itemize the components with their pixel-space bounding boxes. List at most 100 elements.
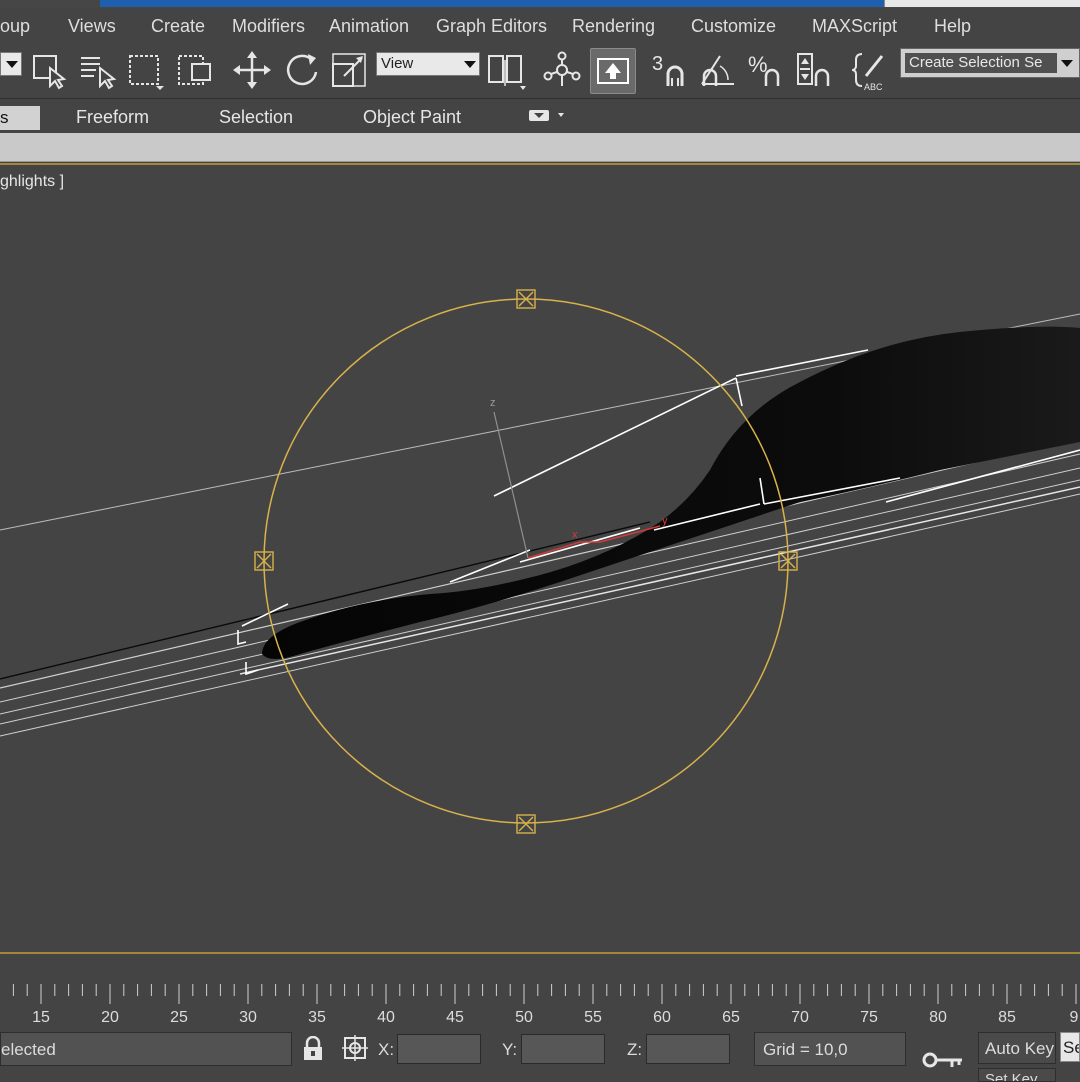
track-tick-label: 35 — [308, 1009, 326, 1026]
set-keys-button[interactable] — [922, 1048, 964, 1077]
selection-status-field: elected — [0, 1032, 292, 1066]
scene-object[interactable] — [262, 326, 1080, 659]
x-coordinate-field[interactable] — [397, 1034, 481, 1064]
select-by-name-button[interactable] — [78, 50, 118, 90]
angle-snap-icon — [701, 55, 734, 86]
absolute-mode-icon — [342, 1035, 368, 1061]
track-tick-label: 15 — [32, 1009, 50, 1026]
auto-key-button[interactable]: Auto Key — [978, 1032, 1056, 1064]
window-crossing-icon — [178, 55, 211, 85]
window-crossing-button[interactable] — [176, 50, 216, 90]
tab-selection[interactable]: Selection — [219, 107, 293, 128]
svg-text:y: y — [662, 515, 668, 527]
lock-icon — [304, 1035, 322, 1060]
chevron-down-icon — [464, 61, 476, 68]
select-and-scale-button[interactable] — [330, 50, 370, 90]
menu-graph-editors[interactable]: Graph Editors — [436, 16, 547, 37]
track-tick-label: 75 — [860, 1009, 878, 1026]
y-coordinate-field[interactable] — [521, 1034, 605, 1064]
viewport-scene[interactable]: z x y — [0, 163, 1080, 954]
track-tick-label: 80 — [929, 1009, 947, 1026]
ribbon-panel — [0, 133, 1080, 162]
selection-status-text: elected — [1, 1040, 56, 1059]
track-tick-label: 40 — [377, 1009, 395, 1026]
key-icon — [922, 1052, 962, 1068]
chevron-down-icon — [1061, 60, 1073, 67]
ribbon-options-icon — [529, 110, 564, 121]
tab-modeling-label: s — [0, 108, 9, 127]
pivot-center-button[interactable] — [486, 50, 526, 90]
key-filter-dropdown[interactable]: Se — [1060, 1032, 1080, 1062]
menu-create[interactable]: Create — [151, 16, 205, 37]
svg-text:ABC: ABC — [864, 82, 883, 90]
scale-icon — [332, 53, 366, 87]
select-manipulate-button[interactable] — [542, 50, 582, 90]
ribbon-options-button[interactable] — [528, 108, 568, 129]
tab-object-paint[interactable]: Object Paint — [363, 107, 461, 128]
set-key-label: Set Key — [985, 1071, 1038, 1082]
menu-rendering[interactable]: Rendering — [572, 16, 655, 37]
track-tick-label: 55 — [584, 1009, 602, 1026]
title-bar-active — [100, 0, 890, 7]
snap-toggle-button[interactable]: 3 — [650, 50, 690, 90]
menu-group[interactable]: oup — [0, 16, 30, 37]
track-tick-label: 45 — [446, 1009, 464, 1026]
edit-named-selection-icon: ABC — [849, 53, 884, 92]
reference-coordinate-value: View — [381, 55, 414, 72]
grid-size-field: Grid = 10,0 — [754, 1032, 906, 1066]
keyboard-shortcut-override-button[interactable] — [590, 48, 636, 94]
reference-coordinate-dropdown[interactable]: View — [376, 52, 480, 76]
status-bar: elected X: Y: Z: Grid = 10,0 Auto Key Se… — [0, 1030, 1080, 1082]
named-selection-set-dropdown[interactable]: Create Selection Se — [900, 48, 1080, 78]
selection-filter-dropdown[interactable] — [0, 52, 22, 76]
select-and-rotate-button[interactable] — [282, 50, 322, 90]
tab-freeform[interactable]: Freeform — [76, 107, 149, 128]
rectangular-selection-button[interactable] — [126, 50, 166, 90]
track-tick-label: 60 — [653, 1009, 671, 1026]
menu-animation[interactable]: Animation — [329, 16, 409, 37]
menu-modifiers[interactable]: Modifiers — [232, 16, 305, 37]
percent-snap-button[interactable]: % — [746, 50, 786, 90]
auto-key-label: Auto Key — [985, 1039, 1054, 1058]
rotate-icon — [286, 54, 318, 86]
edit-named-selection-button[interactable]: ABC — [849, 50, 892, 92]
track-tick-label: 70 — [791, 1009, 809, 1026]
track-tick-label: 20 — [101, 1009, 119, 1026]
absolute-mode-toggle[interactable] — [342, 1035, 368, 1066]
select-by-name-icon — [81, 57, 117, 90]
select-object-icon — [33, 55, 67, 90]
menu-customize[interactable]: Customize — [691, 16, 776, 37]
chevron-down-icon — [6, 61, 18, 68]
track-tick-label: 25 — [170, 1009, 188, 1026]
snap-icon: 3 — [652, 53, 684, 86]
svg-text:z: z — [490, 397, 496, 409]
perspective-viewport[interactable]: ghlights ] z x y — [0, 163, 1080, 954]
search-field[interactable] — [884, 0, 1080, 7]
selection-gizmo[interactable] — [254, 289, 798, 834]
spinner-snap-button[interactable] — [794, 50, 834, 90]
track-tick-label: 65 — [722, 1009, 740, 1026]
menu-help[interactable]: Help — [934, 16, 971, 37]
track-tick-label: 30 — [239, 1009, 257, 1026]
pivot-center-icon — [488, 55, 526, 90]
x-coordinate-label: X: — [378, 1040, 395, 1059]
svg-text:%: % — [748, 52, 768, 77]
track-bar[interactable]: 15 20 25 30 35 40 45 50 55 60 65 70 75 8… — [0, 982, 1080, 1028]
selection-lock-toggle[interactable] — [302, 1035, 324, 1067]
tab-modeling[interactable]: s — [0, 106, 40, 130]
select-object-button[interactable] — [30, 50, 70, 90]
svg-text:x: x — [572, 529, 578, 541]
keyboard-override-icon — [597, 58, 629, 84]
rectangular-selection-icon — [129, 55, 164, 90]
named-selection-input[interactable]: Create Selection Se — [905, 53, 1057, 73]
track-tick-label: 50 — [515, 1009, 533, 1026]
main-toolbar: View 3 % ABC Create Selection Se — [0, 42, 1080, 99]
key-filter-value: Se — [1063, 1038, 1079, 1057]
track-tick-label: 85 — [998, 1009, 1016, 1026]
z-coordinate-field[interactable] — [646, 1034, 730, 1064]
menu-views[interactable]: Views — [68, 16, 116, 37]
menu-maxscript[interactable]: MAXScript — [812, 16, 897, 37]
select-and-move-button[interactable] — [232, 50, 272, 90]
ribbon-tab-bar: Freeform Selection Object Paint — [0, 99, 1080, 133]
angle-snap-button[interactable] — [698, 50, 738, 90]
